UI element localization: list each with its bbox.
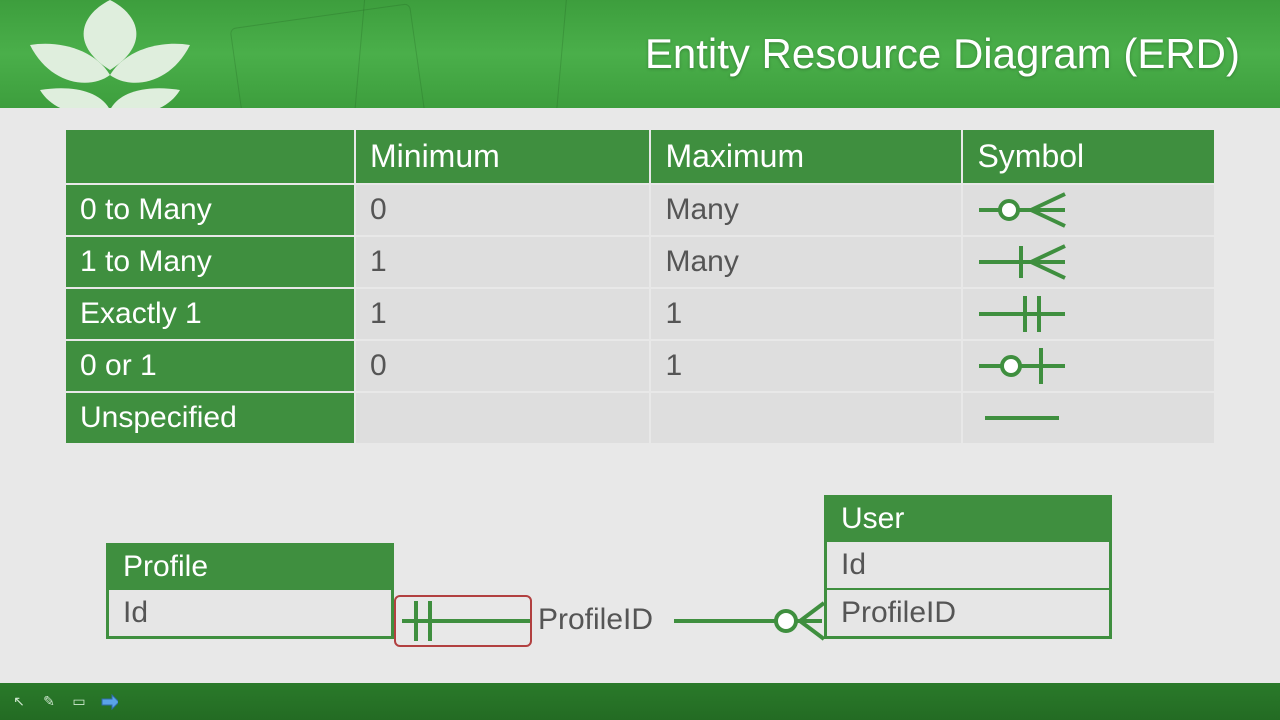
entity-profile-row: Id: [109, 588, 391, 636]
col-symbol: Symbol: [963, 130, 1214, 183]
slide-header: Entity Resource Diagram (ERD): [0, 0, 1280, 108]
connector-zero-many-icon: [674, 591, 826, 651]
table-row: 0 or 101: [66, 341, 1214, 391]
presenter-toolbar: ↖ ✎ ▭: [0, 683, 1280, 720]
row-symbol: [963, 237, 1214, 287]
row-min: [356, 393, 649, 443]
row-min: 1: [356, 289, 649, 339]
pen-tool-icon[interactable]: ✎: [40, 693, 58, 711]
col-maximum: Maximum: [651, 130, 961, 183]
highlight-box: [394, 595, 532, 647]
table-row: 1 to Many1Many: [66, 237, 1214, 287]
entity-user-title: User: [827, 498, 1109, 540]
entity-profile-title: Profile: [109, 546, 391, 588]
row-min: 1: [356, 237, 649, 287]
cardinality-table: Minimum Maximum Symbol 0 to Many0Many1 t…: [64, 128, 1216, 445]
row-max: [651, 393, 961, 443]
row-max: 1: [651, 289, 961, 339]
row-symbol: [963, 185, 1214, 235]
relationship-label: ProfileID: [538, 603, 653, 637]
row-symbol: [963, 289, 1214, 339]
entity-user: User Id ProfileID: [824, 495, 1112, 639]
row-max: 1: [651, 341, 961, 391]
row-name: Unspecified: [66, 393, 354, 443]
table-row: Exactly 111: [66, 289, 1214, 339]
col-blank: [66, 130, 354, 183]
row-name: 1 to Many: [66, 237, 354, 287]
erd-diagram: Profile Id User Id ProfileID ProfileID: [64, 495, 1216, 695]
row-max: Many: [651, 185, 961, 235]
row-min: 0: [356, 185, 649, 235]
row-symbol: [963, 393, 1214, 443]
pointer-tool-icon[interactable]: ↖: [10, 693, 28, 711]
row-name: 0 to Many: [66, 185, 354, 235]
row-name: 0 or 1: [66, 341, 354, 391]
entity-user-row-1: ProfileID: [827, 588, 1109, 636]
slide-tool-icon[interactable]: ▭: [70, 693, 88, 711]
table-row: 0 to Many0Many: [66, 185, 1214, 235]
page-title: Entity Resource Diagram (ERD): [645, 30, 1240, 78]
entity-user-row-0: Id: [827, 540, 1109, 588]
row-name: Exactly 1: [66, 289, 354, 339]
row-max: Many: [651, 237, 961, 287]
entity-profile: Profile Id: [106, 543, 394, 639]
next-slide-icon[interactable]: [100, 693, 118, 711]
table-row: Unspecified: [66, 393, 1214, 443]
row-symbol: [963, 341, 1214, 391]
brand-logo: [0, 0, 220, 108]
col-minimum: Minimum: [356, 130, 649, 183]
slide-content: Minimum Maximum Symbol 0 to Many0Many1 t…: [0, 108, 1280, 695]
row-min: 0: [356, 341, 649, 391]
